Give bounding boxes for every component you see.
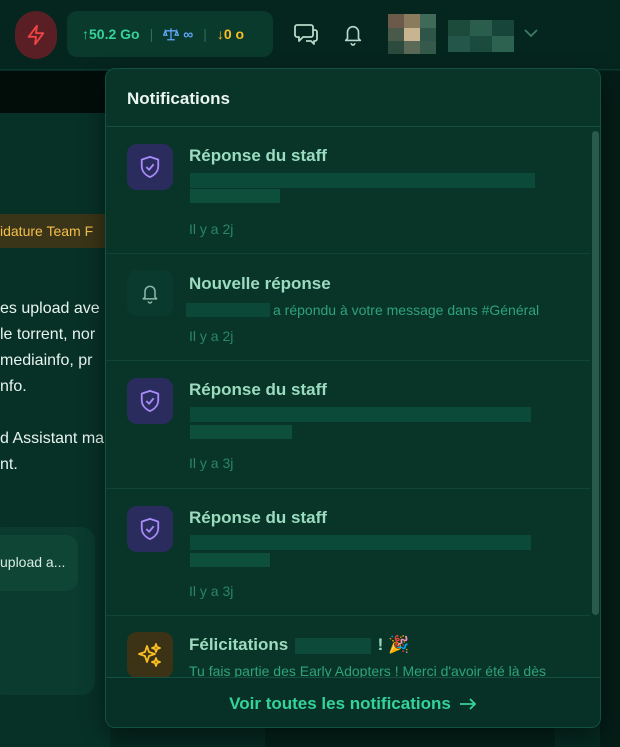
notification-item[interactable]: Nouvelle réponse a répondu à votre messa… (106, 254, 590, 361)
arrow-right-icon (459, 697, 477, 710)
author-name (186, 303, 270, 317)
notification-item[interactable]: Réponse du staff Il y a 3j (106, 361, 590, 489)
notification-item[interactable]: Réponse du staff Il y a 2j (106, 127, 590, 254)
notification-title: Réponse du staff (189, 508, 327, 527)
sparkles-icon (138, 643, 161, 667)
notification-message: a répondu à votre message dans #Général (273, 302, 540, 318)
chat-bubbles-icon (294, 24, 318, 45)
upload-stat: ↑50.2 Go (82, 26, 140, 42)
user-stats: ↑50.2 Go | ∞ | ↓0 o (67, 11, 273, 57)
notification-icon (127, 506, 173, 552)
dropdown-title: Notifications (106, 69, 600, 127)
background-paragraph-2: d Assistant ma nt. (0, 430, 105, 473)
notification-time: Il y a 2j (189, 221, 234, 237)
notification-scrollbar[interactable] (590, 127, 600, 677)
notification-message: Tu fais partie des Early Adopters ! Merc… (189, 663, 546, 677)
notification-time: Il y a 3j (189, 583, 234, 599)
notification-icon (127, 378, 173, 424)
notification-item[interactable]: Réponse du staff Il y a 3j (106, 489, 590, 616)
stat-separator: | (149, 26, 154, 42)
notification-time: Il y a 3j (189, 455, 234, 471)
background-footer (265, 725, 555, 747)
notification-title: Réponse du staff (189, 380, 327, 399)
quick-action-button[interactable] (15, 11, 57, 59)
notification-title-suffix: ! 🎉 (377, 635, 410, 654)
view-all-label: Voir toutes les notifications (229, 693, 451, 713)
notifications-dropdown: Notifications Réponse du staff Il y a 2j… (105, 68, 601, 728)
avatar[interactable] (388, 14, 436, 54)
notification-time: Il y a 2j (189, 328, 234, 344)
view-all-notifications-link[interactable]: Voir toutes les notifications (106, 677, 600, 727)
ratio-value: ∞ (183, 26, 194, 42)
download-stat: ↓0 o (216, 26, 245, 42)
notifications-button[interactable] (340, 20, 366, 48)
notification-list[interactable]: Réponse du staff Il y a 2j Nouvelle répo… (106, 127, 590, 677)
background-paragraph: es upload ave le torrent, nor mediainfo,… (0, 300, 100, 395)
chat-button[interactable] (293, 20, 319, 48)
background-right-edge (600, 71, 620, 747)
notification-title: Nouvelle réponse (189, 274, 331, 293)
notification-icon (127, 270, 173, 316)
scale-balance-icon (163, 28, 180, 41)
top-bar: ↑50.2 Go | ∞ | ↓0 o (0, 0, 620, 70)
notification-title: Réponse du staff (189, 146, 327, 165)
chevron-down-icon (524, 29, 538, 38)
lightning-bolt-icon (27, 24, 45, 46)
bell-icon (142, 285, 158, 304)
bell-icon (344, 25, 362, 46)
shield-check-icon (140, 389, 160, 412)
shield-check-icon (140, 156, 160, 178)
shield-check-icon (140, 518, 160, 540)
notification-item[interactable]: Félicitations ! 🎉 Tu fais partie des Ear… (106, 616, 590, 677)
scroll-thumb[interactable] (592, 131, 599, 615)
notification-icon (127, 144, 173, 190)
stat-separator: | (203, 26, 207, 42)
account-menu-toggle[interactable] (520, 22, 542, 44)
username[interactable] (448, 20, 514, 52)
notification-title-text: Félicitations (189, 635, 289, 654)
background-toolbar (0, 71, 110, 113)
background-banner: idature Team F (0, 214, 110, 248)
username-mention (294, 637, 371, 654)
notification-icon (127, 632, 173, 677)
notification-title: Félicitations ! 🎉 (189, 635, 409, 655)
ratio-stat: ∞ (163, 26, 193, 42)
background-upload-pill[interactable]: upload a... (0, 535, 78, 591)
